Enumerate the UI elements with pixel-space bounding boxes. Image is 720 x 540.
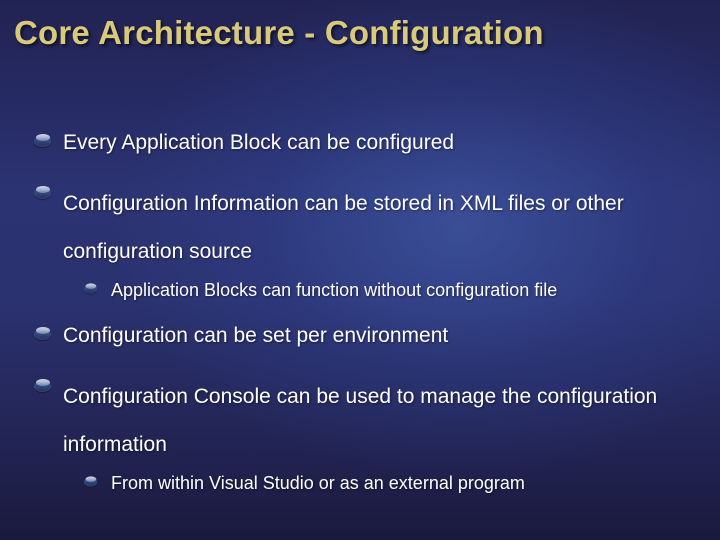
sub-bullet-item: Application Blocks can function without … [82, 277, 706, 303]
disc-icon [34, 327, 51, 340]
bullet-text: Configuration Console can be used to man… [63, 373, 706, 468]
bullet-text: Every Application Block can be configure… [63, 128, 706, 158]
disc-icon [34, 134, 51, 147]
bullet-text: Configuration Information can be stored … [63, 180, 706, 275]
bullet-item: Configuration can be set per environment [34, 321, 706, 351]
disc-icon [84, 283, 97, 293]
slide-title: Core Architecture - Configuration [14, 14, 706, 52]
bullet-text: Configuration can be set per environment [63, 321, 706, 351]
bullet-item: Configuration Information can be stored … [34, 180, 706, 275]
slide: Core Architecture - Configuration Every … [0, 0, 720, 540]
sub-bullet-item: From within Visual Studio or as an exter… [82, 470, 706, 496]
disc-icon [34, 186, 51, 199]
sub-bullet-text: From within Visual Studio or as an exter… [111, 470, 706, 496]
sub-bullet-text: Application Blocks can function without … [111, 277, 706, 303]
sub-bullet-group: From within Visual Studio or as an exter… [34, 468, 706, 514]
disc-icon [34, 379, 51, 392]
slide-content: Every Application Block can be configure… [34, 128, 706, 514]
bullet-item: Every Application Block can be configure… [34, 128, 706, 158]
disc-icon [84, 476, 97, 486]
sub-bullet-group: Application Blocks can function without … [34, 275, 706, 321]
bullet-item: Configuration Console can be used to man… [34, 373, 706, 468]
